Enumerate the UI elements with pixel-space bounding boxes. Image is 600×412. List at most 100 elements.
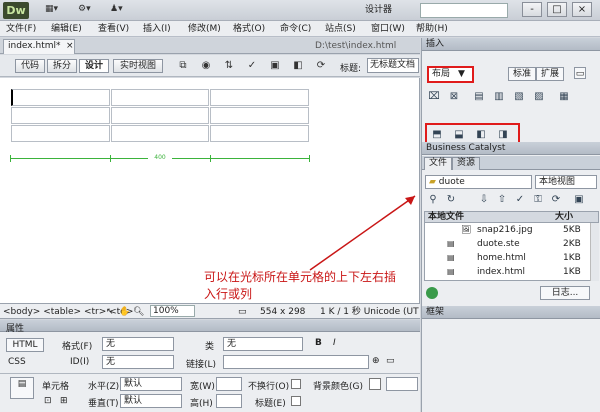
site-select[interactable]: ▰ duote (425, 175, 532, 189)
workspace-switcher[interactable]: 设计器 (365, 3, 415, 18)
tab-files[interactable]: 文件 (424, 157, 453, 170)
zoom-select[interactable]: 100% (150, 305, 195, 317)
extend-gear-icon[interactable]: ⚙▾ (78, 4, 91, 17)
site-user-icon[interactable]: ♟▾ (110, 4, 123, 17)
insert-category-select[interactable]: 布局 ▼ (427, 66, 474, 83)
standard-tab[interactable]: 标准 (508, 67, 536, 81)
css-mode-button[interactable]: CSS (8, 357, 26, 367)
layout-menu-icon[interactable]: ▦▾ (45, 4, 58, 17)
layout-table[interactable] (10, 88, 310, 143)
split-cell-icon[interactable]: ⊞ (60, 396, 68, 406)
close-button[interactable]: × (572, 2, 592, 17)
table-cell[interactable] (11, 125, 110, 142)
visual-aids-icon[interactable]: ◧ (290, 59, 306, 73)
link-input[interactable] (223, 355, 369, 369)
refresh-icon[interactable]: ⟳ (313, 59, 329, 73)
table-cell[interactable] (210, 89, 309, 106)
multiscreen-icon[interactable]: ⧉ (175, 59, 191, 73)
code-view-button[interactable]: 代码 (15, 59, 45, 73)
merge-cells-icon[interactable]: ⊡ (44, 396, 52, 406)
class-select[interactable]: 无 (223, 337, 303, 351)
table-cell[interactable] (210, 107, 309, 124)
menu-window[interactable]: 窗口(W) (371, 23, 405, 35)
checkout-icon[interactable]: ✓ (513, 194, 527, 206)
insert-column-left-icon[interactable]: ◧ (474, 129, 488, 141)
design-view-button[interactable]: 设计 (79, 59, 109, 73)
format-select[interactable]: 无 (102, 337, 174, 351)
insert-panel-header[interactable]: 插入 (422, 38, 600, 51)
html-mode-button[interactable]: HTML (6, 338, 44, 352)
put-files-icon[interactable]: ⇧ (495, 194, 509, 206)
insert-table-icon[interactable]: ▦ (557, 91, 571, 103)
menu-edit[interactable]: 编辑(E) (51, 23, 82, 35)
browser-compat-icon[interactable]: ▣ (267, 59, 283, 73)
expand-icon[interactable]: ▣ (572, 194, 586, 206)
panel-options-icon[interactable]: ▭ (574, 67, 586, 79)
menu-modify[interactable]: 修改(M) (188, 23, 221, 35)
bgcolor-input[interactable] (386, 377, 418, 391)
menu-view[interactable]: 查看(V) (98, 23, 129, 35)
minimize-button[interactable]: - (522, 2, 542, 17)
log-button[interactable]: 日志... (540, 286, 590, 300)
maximize-button[interactable]: □ (547, 2, 567, 17)
insert-spry-accordion-icon[interactable]: ▧ (512, 91, 526, 103)
document-tab[interactable]: index.html* × (3, 39, 75, 54)
zoom-tool-icon[interactable]: 🔍︎ (133, 305, 144, 319)
w3c-validation-icon[interactable]: ✓ (244, 59, 260, 73)
menu-format[interactable]: 格式(O) (233, 23, 265, 35)
connect-icon[interactable]: ⚲ (426, 194, 440, 206)
menu-file[interactable]: 文件(F) (6, 23, 36, 35)
menu-commands[interactable]: 命令(C) (280, 23, 311, 35)
point-to-file-icon[interactable]: ⊕ (372, 356, 380, 366)
table-cell[interactable] (110, 107, 210, 124)
insert-spry-menu-icon[interactable]: ▤ (472, 91, 486, 103)
file-management-icon[interactable]: ⇅ (221, 59, 237, 73)
document-title-input[interactable]: 无标题文档 (367, 58, 419, 73)
menu-insert[interactable]: 插入(I) (143, 23, 171, 35)
window-dimensions[interactable]: 554 x 298 (260, 305, 305, 319)
table-cell[interactable] (110, 125, 210, 142)
list-item[interactable]: ▤ index.html 1KB (425, 265, 590, 279)
insert-div-icon[interactable]: ⌧ (427, 91, 441, 103)
width-input[interactable] (216, 377, 242, 391)
frames-panel-header[interactable]: 框架 (422, 306, 600, 319)
insert-spry-panel-icon[interactable]: ▨ (532, 91, 546, 103)
insert-column-right-icon[interactable]: ◨ (496, 129, 510, 141)
horz-select[interactable]: 默认 (120, 377, 182, 391)
list-item[interactable]: ▤ duote.ste 2KB (425, 237, 590, 251)
table-cell[interactable] (110, 89, 210, 106)
extended-tab[interactable]: 扩展 (536, 67, 564, 81)
header-checkbox[interactable] (291, 396, 301, 406)
vert-select[interactable]: 默认 (120, 394, 182, 408)
hand-tool-icon[interactable]: ✋ (119, 305, 130, 319)
sync-icon[interactable]: ⟳ (549, 194, 563, 206)
table-cell[interactable] (11, 107, 110, 124)
window-size-icon[interactable]: ▭ (238, 305, 247, 319)
nowrap-checkbox[interactable] (291, 379, 301, 389)
close-tab-icon[interactable]: × (66, 40, 74, 53)
design-canvas[interactable]: 400 可以在光标所在单元格的上下左右插入行或列 (0, 78, 420, 303)
italic-button[interactable]: I (333, 338, 336, 348)
col-local-files[interactable]: 本地文件 (428, 212, 464, 222)
list-item[interactable]: ▤ home.html 1KB (425, 251, 590, 265)
split-view-button[interactable]: 拆分 (47, 59, 77, 73)
preview-browser-icon[interactable]: ◉ (198, 59, 214, 73)
tab-assets[interactable]: 资源 (452, 157, 481, 170)
menu-help[interactable]: 帮助(H) (416, 23, 448, 35)
bgcolor-swatch[interactable] (369, 378, 381, 390)
table-cell[interactable] (210, 125, 309, 142)
height-input[interactable] (216, 394, 242, 408)
properties-header[interactable]: 属性 (0, 320, 420, 334)
get-files-icon[interactable]: ⇩ (477, 194, 491, 206)
checkin-icon[interactable]: ⚿ (531, 194, 545, 206)
select-tool-icon[interactable]: ↖ (106, 305, 114, 319)
browse-folder-icon[interactable]: ▭ (386, 356, 395, 366)
refresh-files-icon[interactable]: ↻ (444, 194, 458, 206)
live-view-button[interactable]: 实时视图 (113, 59, 163, 73)
business-catalyst-header[interactable]: Business Catalyst (422, 142, 600, 155)
vertical-scrollbar[interactable] (590, 223, 599, 281)
bold-button[interactable]: B (315, 338, 322, 348)
help-search-input[interactable] (420, 3, 508, 18)
list-item[interactable]: 🖼︎ snap216.jpg 5KB (425, 223, 590, 237)
insert-spry-tab-icon[interactable]: ▥ (492, 91, 506, 103)
